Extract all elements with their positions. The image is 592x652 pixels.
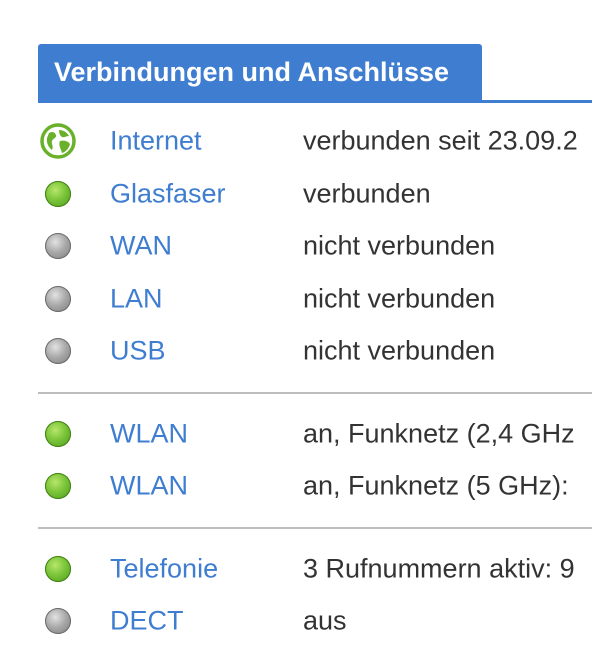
glasfaser-status-text: verbunden (303, 178, 431, 209)
group-divider (38, 391, 592, 394)
connection-row-internet: Internet verbunden seit 23.09.2 (38, 115, 592, 168)
panel-header: Verbindungen und Anschlüsse (38, 44, 592, 103)
status-dot-icon (45, 338, 71, 365)
status-dot-icon (45, 555, 71, 582)
telefonie-status-text: 3 Rufnummern aktiv: 9 (303, 553, 575, 584)
internet-status-text: verbunden seit 23.09.2 (303, 125, 578, 156)
group-divider (38, 526, 592, 529)
panel-title-tab: Verbindungen und Anschlüsse (38, 44, 482, 100)
telefonie-link[interactable]: Telefonie (110, 553, 218, 584)
connection-row-dect: DECT aus (38, 595, 592, 648)
status-dot-icon (45, 608, 71, 635)
connection-row-usb: USB nicht verbunden (38, 325, 592, 378)
connection-row-lan: LAN nicht verbunden (38, 273, 592, 326)
status-dot-icon (45, 473, 71, 500)
globe-icon (40, 123, 76, 159)
wan-status-text: nicht verbunden (303, 230, 496, 261)
connection-row-telefonie: Telefonie 3 Rufnummern aktiv: 9 (38, 543, 592, 596)
connection-row-wan: WAN nicht verbunden (38, 220, 592, 273)
dect-status-text: aus (303, 605, 347, 636)
connection-group-phone: Telefonie 3 Rufnummern aktiv: 9 DECT aus (38, 543, 592, 648)
status-dot-icon (45, 180, 71, 207)
lan-status-text: nicht verbunden (303, 283, 496, 314)
wlan-24-link[interactable]: WLAN (110, 418, 188, 449)
dect-link[interactable]: DECT (110, 606, 184, 637)
wlan-5-link[interactable]: WLAN (110, 471, 188, 502)
connection-row-wlan-24: WLAN an, Funknetz (2,4 GHz (38, 408, 592, 461)
connection-group-wlan: WLAN an, Funknetz (2,4 GHz WLAN an, Funk… (38, 408, 592, 513)
lan-link[interactable]: LAN (110, 283, 163, 314)
connection-group-lines: Internet verbunden seit 23.09.2 Glasfase… (38, 115, 592, 378)
wlan-5-status-text: an, Funknetz (5 GHz): (303, 470, 569, 501)
status-dot-icon (45, 285, 71, 312)
status-dot-icon (45, 420, 71, 447)
connections-panel: Verbindungen und Anschlüsse Internet ver… (38, 44, 592, 648)
usb-link[interactable]: USB (110, 336, 166, 367)
wlan-24-status-text: an, Funknetz (2,4 GHz (303, 418, 575, 449)
connection-row-glasfaser: Glasfaser verbunden (38, 168, 592, 221)
status-dot-icon (45, 233, 71, 260)
internet-link[interactable]: Internet (110, 126, 202, 157)
wan-link[interactable]: WAN (110, 231, 172, 262)
connection-row-wlan-5: WLAN an, Funknetz (5 GHz): (38, 460, 592, 513)
glasfaser-link[interactable]: Glasfaser (110, 178, 226, 209)
usb-status-text: nicht verbunden (303, 335, 496, 366)
